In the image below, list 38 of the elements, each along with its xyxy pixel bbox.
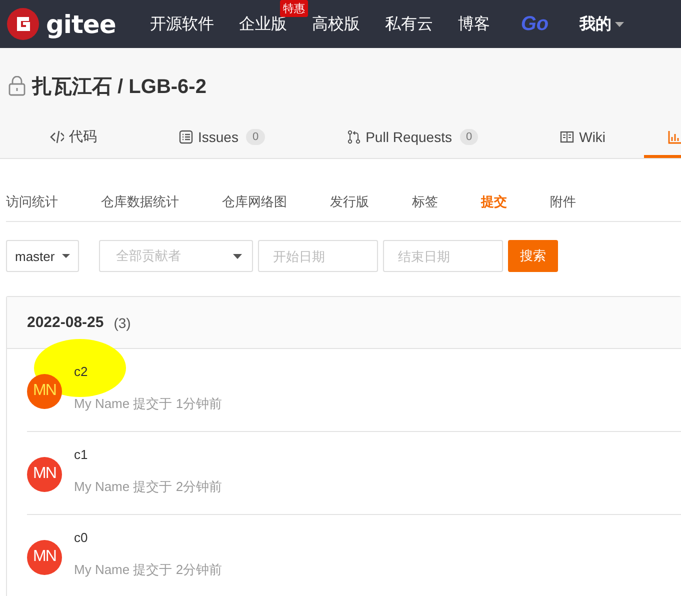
- tab-label: 代码: [69, 128, 97, 146]
- repo-tab[interactable]: Pull Requests 0: [346, 122, 478, 158]
- commit-title[interactable]: c2: [74, 364, 222, 378]
- end-date-field[interactable]: 结束日期: [383, 240, 503, 272]
- tab-label: Issues: [198, 128, 238, 144]
- promo-badge: 特惠: [280, 0, 308, 16]
- repo-title: 扎瓦江石 / LGB-6-2: [32, 74, 206, 100]
- commit-title[interactable]: c1: [74, 446, 222, 462]
- count-badge: 0: [460, 128, 478, 144]
- repo-tab[interactable]: Issues 0: [179, 122, 265, 158]
- commit-meta: My Name 提交于 1分钟前: [74, 394, 222, 412]
- sub-nav-link[interactable]: 发行版: [330, 193, 369, 221]
- count-badge: 0: [246, 128, 265, 144]
- sub-nav-link[interactable]: 标签: [412, 193, 438, 221]
- nav-link[interactable]: 企业版: [238, 16, 287, 32]
- commit-title[interactable]: c0: [74, 530, 222, 544]
- nav-link[interactable]: 私有云: [384, 14, 433, 34]
- commit-count: (3): [114, 314, 131, 330]
- start-date-field[interactable]: 开始日期: [258, 240, 378, 272]
- commit-date: 2022-08-25: [27, 314, 104, 331]
- branch-dropdown[interactable]: master: [6, 240, 79, 272]
- tab-label: Pull Requests: [366, 128, 452, 144]
- sub-nav-link[interactable]: 仓库数据统计: [101, 193, 179, 221]
- repo-tab[interactable]: Wiki: [560, 122, 606, 158]
- nav-link[interactable]: 博客: [458, 14, 490, 34]
- avatar[interactable]: MN: [27, 456, 62, 492]
- sub-nav-link[interactable]: 仓库网络图: [222, 193, 287, 221]
- tab-label: Wiki: [579, 128, 606, 144]
- sub-nav-link[interactable]: 附件: [550, 193, 576, 221]
- nav-link[interactable]: 高校版: [312, 14, 360, 34]
- commit-meta: My Name 提交于 2分钟前: [74, 560, 222, 578]
- repo-tab[interactable]: 代码: [50, 122, 97, 158]
- user-menu[interactable]: 我的: [580, 14, 624, 34]
- nav-link[interactable]: 开源软件: [150, 14, 214, 34]
- logo-text[interactable]: gitee: [46, 10, 116, 38]
- avatar[interactable]: MN: [27, 540, 62, 574]
- sub-nav-link[interactable]: 访问统计: [6, 193, 58, 221]
- commit-meta: My Name 提交于 2分钟前: [74, 478, 222, 496]
